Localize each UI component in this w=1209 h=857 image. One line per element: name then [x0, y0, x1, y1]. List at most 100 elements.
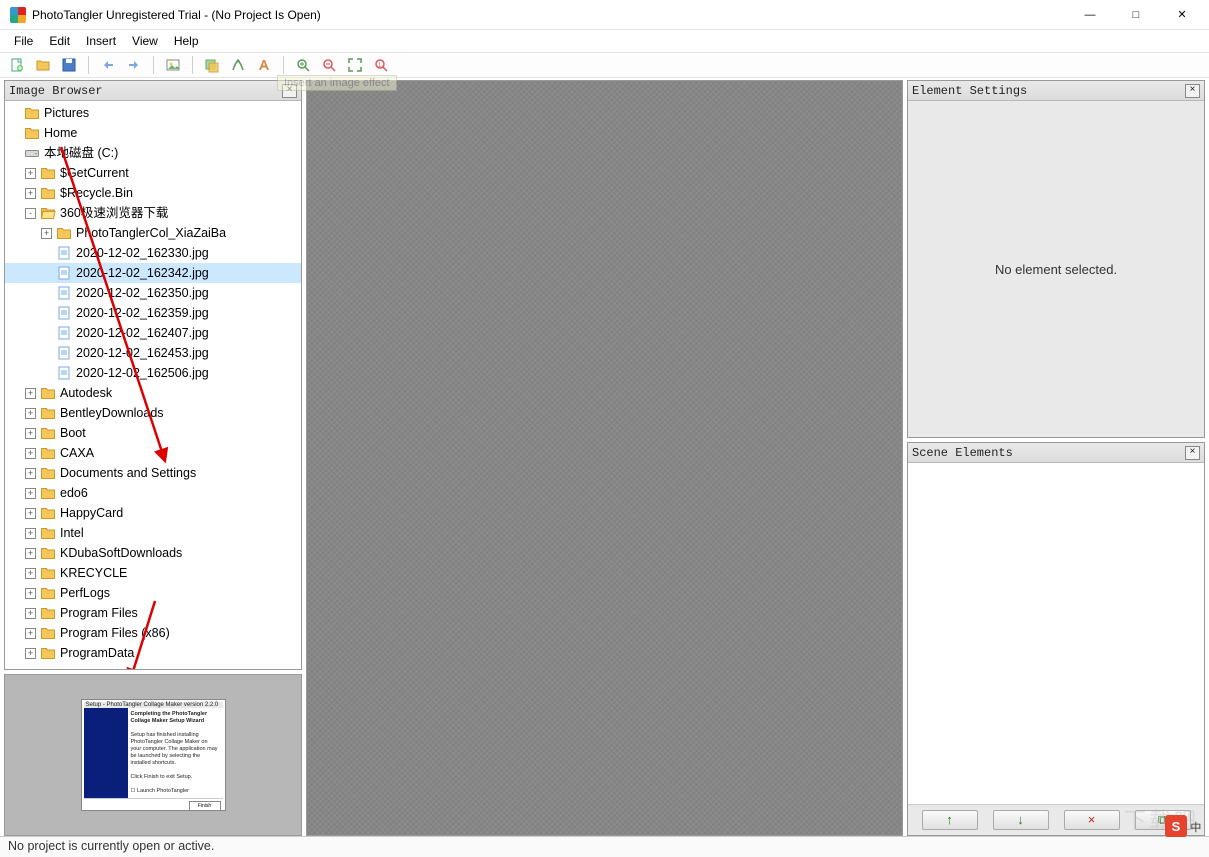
expander-spacer — [41, 328, 52, 339]
tree-item[interactable]: 2020-12-02_162350.jpg — [5, 283, 301, 303]
tree-item[interactable]: 2020-12-02_162330.jpg — [5, 243, 301, 263]
tree-item[interactable]: Pictures — [5, 103, 301, 123]
maximize-button[interactable]: □ — [1113, 0, 1159, 30]
panel-close-button[interactable]: × — [1185, 84, 1200, 98]
insert-image-button[interactable] — [162, 55, 184, 75]
menu-help[interactable]: Help — [166, 32, 207, 50]
effect-button-2[interactable] — [227, 55, 249, 75]
expand-icon[interactable]: + — [25, 588, 36, 599]
element-settings-header: Element Settings × — [908, 81, 1204, 101]
folder-icon — [56, 225, 72, 241]
tree-item-label: 本地磁盘 (C:) — [44, 143, 118, 163]
tree-item[interactable]: +Boot — [5, 423, 301, 443]
tree-item[interactable]: + KDubaSoftDownloads — [5, 543, 301, 563]
zoom-out-button[interactable] — [318, 55, 340, 75]
expand-icon[interactable]: + — [25, 608, 36, 619]
effect-button-1[interactable] — [201, 55, 223, 75]
tree-item[interactable]: +BentleyDownloads — [5, 403, 301, 423]
zoom-fit-button[interactable] — [344, 55, 366, 75]
zoom-in-button[interactable] — [292, 55, 314, 75]
scene-move-down-button[interactable]: ↓ — [993, 810, 1049, 830]
folder-icon — [40, 425, 56, 441]
expand-icon[interactable]: + — [25, 548, 36, 559]
tree-item[interactable]: +KRECYCLE — [5, 563, 301, 583]
undo-button[interactable] — [97, 55, 119, 75]
scene-delete-button[interactable]: × — [1064, 810, 1120, 830]
tree-item[interactable]: +ProgramData — [5, 643, 301, 663]
tree-item[interactable]: + CAXA — [5, 443, 301, 463]
tree-item[interactable]: 本地磁盘 (C:) — [5, 143, 301, 163]
tree-item[interactable]: +Documents and Settings — [5, 463, 301, 483]
close-button[interactable]: ✕ — [1159, 0, 1205, 30]
folder-icon — [40, 385, 56, 401]
canvas-area[interactable] — [306, 80, 903, 836]
tree-item[interactable]: +PerfLogs — [5, 583, 301, 603]
expand-icon[interactable]: + — [25, 168, 36, 179]
tree-item[interactable]: +$Recycle.Bin — [5, 183, 301, 203]
ime-icon[interactable]: S — [1165, 815, 1187, 837]
expander-spacer — [41, 248, 52, 259]
tree-item[interactable]: Home — [5, 123, 301, 143]
tooltip: Insert an image effect — [277, 75, 397, 91]
tree-item[interactable]: 2020-12-02_162407.jpg — [5, 323, 301, 343]
tree-item[interactable]: 2020-12-02_162453.jpg — [5, 343, 301, 363]
tree-item[interactable]: 2020-12-02_162359.jpg — [5, 303, 301, 323]
expand-icon[interactable]: + — [25, 528, 36, 539]
new-button[interactable] — [6, 55, 28, 75]
expand-icon[interactable]: + — [25, 428, 36, 439]
tree-item[interactable]: +HappyCard — [5, 503, 301, 523]
collapse-icon[interactable]: - — [25, 208, 36, 219]
redo-button[interactable] — [123, 55, 145, 75]
file-icon — [56, 345, 72, 361]
scene-elements-panel: Scene Elements × ↑ ↓ × ⧉ — [907, 442, 1205, 836]
tree-item-label: $GetCurrent — [60, 163, 129, 183]
tree-item[interactable]: +Intel — [5, 523, 301, 543]
menu-edit[interactable]: Edit — [41, 32, 78, 50]
expand-icon[interactable]: + — [25, 408, 36, 419]
thumbnail-preview[interactable]: Setup - PhotoTangler Collage Maker versi… — [81, 699, 226, 811]
text-button[interactable] — [253, 55, 275, 75]
expand-icon[interactable]: + — [25, 468, 36, 479]
tree-item[interactable]: + edo6 — [5, 483, 301, 503]
zoom-actual-button[interactable]: 1 — [370, 55, 392, 75]
menu-view[interactable]: View — [124, 32, 166, 50]
tree-item[interactable]: -360极速浏览器下载 — [5, 203, 301, 223]
center-column — [306, 80, 903, 836]
minimize-button[interactable]: — — [1067, 0, 1113, 30]
expand-icon[interactable]: + — [25, 568, 36, 579]
menu-insert[interactable]: Insert — [78, 32, 124, 50]
tree-item[interactable]: +Autodesk — [5, 383, 301, 403]
menu-file[interactable]: File — [6, 32, 41, 50]
expand-icon[interactable]: + — [25, 508, 36, 519]
expand-icon[interactable]: + — [25, 628, 36, 639]
folder-icon — [40, 165, 56, 181]
no-element-text: No element selected. — [995, 262, 1117, 277]
tree-item[interactable]: +Program Files (x86) — [5, 623, 301, 643]
panel-close-button[interactable]: × — [1185, 446, 1200, 460]
ime-label: 中 — [1190, 819, 1201, 835]
open-button[interactable] — [32, 55, 54, 75]
tree-item[interactable]: +PhotoTanglerCol_XiaZaiBa — [5, 223, 301, 243]
tree-item-label: CAXA — [60, 443, 94, 463]
tree-item[interactable]: 2020-12-02_162342.jpg — [5, 263, 301, 283]
tree-item-label: 2020-12-02_162342.jpg — [76, 263, 209, 283]
ime-dock[interactable]: S 中 — [1165, 815, 1209, 839]
expand-icon[interactable]: + — [25, 648, 36, 659]
expand-icon[interactable]: + — [25, 488, 36, 499]
tree-item-label: 2020-12-02_162330.jpg — [76, 243, 209, 263]
expand-icon[interactable]: + — [25, 448, 36, 459]
save-button[interactable] — [58, 55, 80, 75]
tree-item[interactable]: +Program Files — [5, 603, 301, 623]
expand-icon[interactable]: + — [25, 188, 36, 199]
tree-item[interactable]: + $GetCurrent — [5, 163, 301, 183]
scene-elements-list[interactable] — [908, 463, 1204, 805]
scene-move-up-button[interactable]: ↑ — [922, 810, 978, 830]
tree-item[interactable]: 2020-12-02_162506.jpg — [5, 363, 301, 383]
expand-icon[interactable]: + — [25, 388, 36, 399]
expand-icon[interactable]: + — [41, 228, 52, 239]
scene-elements-header: Scene Elements × — [908, 443, 1204, 463]
tree-item-label: edo6 — [60, 483, 88, 503]
tree-item-label: KDubaSoftDownloads — [60, 543, 182, 563]
tree-item-label: 2020-12-02_162350.jpg — [76, 283, 209, 303]
image-browser-body[interactable]: PicturesHome本地磁盘 (C:) + $GetCurrent+$Recyc… — [5, 101, 301, 669]
